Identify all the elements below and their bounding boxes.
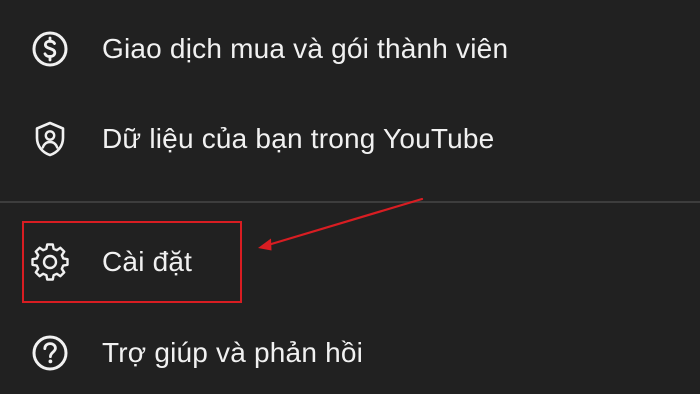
gear-icon <box>30 242 70 282</box>
menu-divider <box>0 201 700 203</box>
menu-item-help-feedback[interactable]: Trợ giúp và phản hồi <box>0 318 700 388</box>
account-menu: Giao dịch mua và gói thành viên Dữ liệu … <box>0 0 700 394</box>
menu-item-label: Trợ giúp và phản hồi <box>102 337 364 368</box>
menu-item-settings[interactable]: Cài đặt <box>0 227 700 297</box>
help-circle-icon <box>30 333 70 373</box>
menu-item-label: Cài đặt <box>102 246 193 277</box>
menu-item-your-data[interactable]: Dữ liệu của bạn trong YouTube <box>0 104 700 174</box>
menu-item-label: Giao dịch mua và gói thành viên <box>102 33 509 64</box>
menu-item-label: Dữ liệu của bạn trong YouTube <box>102 123 495 154</box>
dollar-circle-icon <box>30 29 70 69</box>
menu-item-purchases-memberships[interactable]: Giao dịch mua và gói thành viên <box>0 14 700 84</box>
shield-person-icon <box>30 119 70 159</box>
